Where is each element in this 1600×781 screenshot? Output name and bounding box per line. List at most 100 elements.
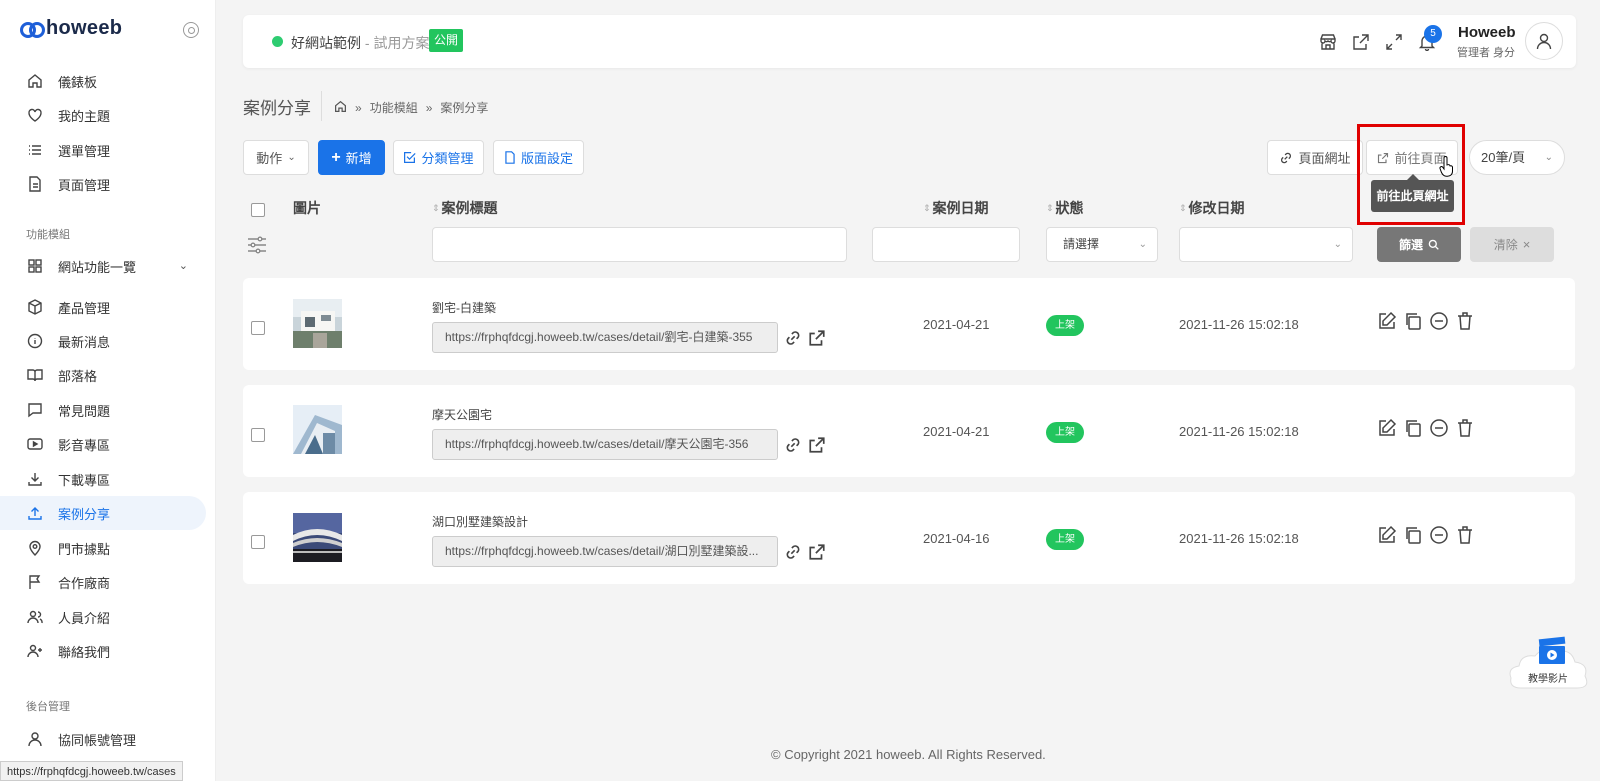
modified-date-filter-select[interactable]: ⌄ bbox=[1179, 227, 1353, 262]
chevron-down-icon: ⌄ bbox=[1544, 152, 1553, 163]
copy-link-icon[interactable] bbox=[784, 436, 802, 454]
layout-settings-button[interactable]: 版面設定 bbox=[493, 140, 584, 175]
sidebar-item-page-management[interactable]: 頁面管理 bbox=[0, 167, 206, 201]
title-filter-input[interactable] bbox=[432, 227, 847, 262]
sidebar-item-my-themes[interactable]: 我的主題 bbox=[0, 98, 206, 132]
case-title: 摩天公園宅 bbox=[432, 408, 493, 422]
public-badge: 公開 bbox=[429, 29, 464, 52]
trash-icon[interactable] bbox=[1455, 525, 1475, 545]
unpublish-icon[interactable] bbox=[1429, 311, 1449, 331]
sidebar-item-downloads[interactable]: 下載專區 bbox=[0, 462, 206, 496]
case-thumbnail[interactable] bbox=[293, 405, 342, 454]
sidebar-item-dashboard[interactable]: 儀錶板 bbox=[0, 64, 206, 98]
row-checkbox[interactable] bbox=[251, 428, 265, 442]
category-label: 分類管理 bbox=[421, 151, 474, 166]
edit-icon[interactable] bbox=[1377, 525, 1397, 545]
filter-sliders-icon[interactable] bbox=[247, 236, 267, 254]
filter-label: 篩選 bbox=[1398, 238, 1423, 252]
case-thumbnail[interactable] bbox=[293, 513, 342, 562]
case-url-field[interactable]: https://frphqfdcgj.howeeb.tw/cases/detai… bbox=[432, 429, 778, 460]
chat-icon bbox=[26, 401, 44, 419]
sort-icon: ⇕ bbox=[432, 202, 440, 213]
external-link-icon[interactable] bbox=[808, 543, 826, 561]
site-name[interactable]: 好網站範例 - 試用方案 bbox=[291, 33, 429, 53]
home-icon bbox=[26, 72, 44, 90]
status-filter-select[interactable]: 請選擇 ⌄ bbox=[1046, 227, 1158, 262]
column-header-date[interactable]: ⇕ 案例日期 bbox=[923, 198, 989, 218]
add-label: 新增 bbox=[345, 151, 372, 166]
add-button[interactable]: + 新增 bbox=[318, 140, 385, 175]
avatar[interactable] bbox=[1525, 22, 1563, 60]
column-header-modified[interactable]: ⇕ 修改日期 bbox=[1179, 198, 1245, 218]
case-url-field[interactable]: https://frphqfdcgj.howeeb.tw/cases/detai… bbox=[432, 536, 778, 567]
sidebar-section-modules: 功能模組 bbox=[26, 229, 70, 241]
date-filter-input[interactable] bbox=[872, 227, 1020, 262]
fullscreen-icon[interactable] bbox=[1384, 32, 1404, 52]
hand-cursor-icon bbox=[1439, 156, 1453, 177]
column-header-status[interactable]: ⇕ 狀態 bbox=[1046, 198, 1084, 218]
clear-label: 清除 bbox=[1493, 238, 1518, 252]
video-icon bbox=[26, 435, 44, 453]
sidebar-item-store-locations[interactable]: 門市據點 bbox=[0, 531, 206, 565]
store-icon[interactable] bbox=[1318, 32, 1338, 52]
row-checkbox[interactable] bbox=[251, 535, 265, 549]
trash-icon[interactable] bbox=[1455, 418, 1475, 438]
grid-icon bbox=[26, 257, 44, 275]
page-url-button[interactable]: 頁面網址 bbox=[1267, 140, 1363, 175]
sidebar-item-videos[interactable]: 影音專區 bbox=[0, 427, 206, 461]
filter-button[interactable]: 篩選 bbox=[1377, 227, 1461, 262]
trash-icon[interactable] bbox=[1455, 311, 1475, 331]
sidebar-item-faq[interactable]: 常見問題 bbox=[0, 393, 206, 427]
sidebar-item-partners[interactable]: 合作廠商 bbox=[0, 565, 206, 599]
per-page-select[interactable]: 20筆/頁 ⌄ bbox=[1469, 140, 1565, 175]
breadcrumb-home-icon[interactable] bbox=[334, 100, 347, 116]
unpublish-icon[interactable] bbox=[1429, 418, 1449, 438]
sidebar-item-menu-management[interactable]: 選單管理 bbox=[0, 133, 206, 167]
clear-button[interactable]: 清除 × bbox=[1470, 227, 1554, 262]
user-role: 管理者 身分 bbox=[1457, 47, 1516, 59]
sidebar-item-news[interactable]: 最新消息 bbox=[0, 324, 206, 358]
case-thumbnail[interactable] bbox=[293, 299, 342, 348]
copy-link-icon[interactable] bbox=[784, 543, 802, 561]
column-header-title[interactable]: ⇕ 案例標題 bbox=[432, 198, 498, 218]
select-all-checkbox[interactable] bbox=[251, 203, 265, 217]
document-icon bbox=[26, 175, 44, 193]
sidebar-item-label: 案例分享 bbox=[58, 506, 111, 522]
user-name: Howeeb bbox=[1458, 24, 1516, 41]
row-checkbox[interactable] bbox=[251, 321, 265, 335]
edit-icon[interactable] bbox=[1377, 311, 1397, 331]
header-label: 案例標題 bbox=[441, 200, 498, 216]
modified-date: 2021-11-26 15:02:18 bbox=[1179, 531, 1299, 546]
external-link-icon[interactable] bbox=[808, 329, 826, 347]
external-link-icon[interactable] bbox=[808, 436, 826, 454]
tutorial-video-widget[interactable] bbox=[1507, 636, 1591, 696]
action-dropdown-button[interactable]: 動作 ⌄ bbox=[243, 140, 309, 175]
table-row: 湖口別墅建築設計 https://frphqfdcgj.howeeb.tw/ca… bbox=[243, 492, 1575, 584]
sidebar-item-case-sharing[interactable]: 案例分享 bbox=[0, 496, 206, 530]
topbar: 好網站範例 - 試用方案 公開 5 Howeeb 管理者 身分 bbox=[243, 15, 1576, 68]
sidebar-item-collaborator-accounts[interactable]: 協同帳號管理 bbox=[0, 722, 206, 756]
duplicate-icon[interactable] bbox=[1403, 418, 1423, 438]
sidebar-section-backend: 後台管理 bbox=[26, 701, 70, 713]
copy-link-icon[interactable] bbox=[784, 329, 802, 347]
page-title: 案例分享 bbox=[243, 99, 311, 118]
page-url-label: 頁面網址 bbox=[1298, 151, 1351, 166]
breadcrumb-item-modules[interactable]: 功能模組 bbox=[370, 99, 418, 116]
sidebar-group-site-features[interactable]: 網站功能一覽 ⌄ bbox=[0, 249, 206, 283]
duplicate-icon[interactable] bbox=[1403, 525, 1423, 545]
sidebar-item-blog[interactable]: 部落格 bbox=[0, 358, 206, 392]
duplicate-icon[interactable] bbox=[1403, 311, 1423, 331]
title-divider bbox=[321, 91, 322, 121]
sidebar-toggle-icon[interactable] bbox=[183, 22, 199, 38]
unpublish-icon[interactable] bbox=[1429, 525, 1449, 545]
sidebar-item-contact[interactable]: 聯絡我們 bbox=[0, 634, 206, 668]
external-link-icon[interactable] bbox=[1351, 32, 1371, 52]
sidebar-item-products[interactable]: 產品管理 bbox=[0, 290, 206, 324]
tutorial-video-label[interactable]: 教學影片 bbox=[1528, 670, 1568, 685]
sidebar-item-label: 部落格 bbox=[58, 368, 98, 384]
case-url-field[interactable]: https://frphqfdcgj.howeeb.tw/cases/detai… bbox=[432, 322, 778, 353]
edit-icon[interactable] bbox=[1377, 418, 1397, 438]
category-management-button[interactable]: 分類管理 bbox=[393, 140, 484, 175]
logo[interactable]: howeeb bbox=[20, 16, 122, 40]
sidebar-item-staff[interactable]: 人員介紹 bbox=[0, 600, 206, 634]
